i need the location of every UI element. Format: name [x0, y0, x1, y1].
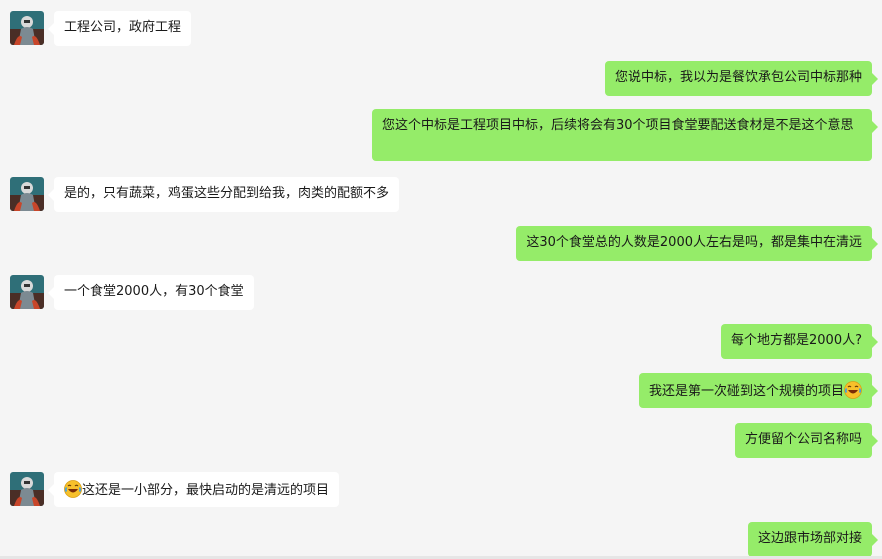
message-outgoing: 方便留个公司名称吗	[572, 423, 879, 458]
message-text: 方便留个公司名称吗	[744, 432, 862, 447]
avatar[interactable]	[10, 177, 44, 211]
message-bubble[interactable]: 方便留个公司名称吗	[734, 423, 879, 458]
message-incoming: 这还是一小部分，最快启动的是清远的项目	[10, 472, 410, 507]
message-incoming: 是的，只有蔬菜，鸡蛋这些分配到给我，肉类的配额不多	[10, 177, 510, 212]
message-text: 这边跟市场部对接	[757, 531, 862, 546]
message-bubble[interactable]: 您这个中标是工程项目中标，后续将会有30个项目食堂要配送食材是不是这个意思	[372, 109, 878, 161]
avatar[interactable]	[10, 472, 44, 506]
message-incoming: 工程公司，政府工程	[10, 11, 310, 47]
message-text: 这还是一小部分，最快启动的是清远的项目	[82, 483, 330, 498]
message-bubble[interactable]: 我还是第一次碰到这个规模的项目	[638, 373, 879, 408]
message-bubble[interactable]: 这30个食堂总的人数是2000人左右是吗，都是集中在清远	[516, 226, 878, 261]
message-bubble[interactable]: 这还是一小部分，最快启动的是清远的项目	[47, 472, 340, 507]
message-text: 一个食堂2000人，有30个食堂	[64, 284, 244, 299]
message-outgoing: 这边跟市场部对接	[572, 522, 879, 557]
message-incoming: 一个食堂2000人，有30个食堂	[10, 275, 310, 310]
message-text: 这30个食堂总的人数是2000人左右是吗，都是集中在清远	[526, 235, 862, 250]
message-outgoing: 这30个食堂总的人数是2000人左右是吗，都是集中在清远	[372, 226, 878, 261]
message-bubble[interactable]: 一个食堂2000人，有30个食堂	[48, 275, 254, 310]
avatar[interactable]	[10, 11, 44, 45]
message-text: 每个地方都是2000人?	[731, 333, 862, 348]
message-bubble[interactable]: 是的，只有蔬菜，鸡蛋这些分配到给我，肉类的配额不多	[47, 177, 400, 212]
message-bubble[interactable]: 这边跟市场部对接	[747, 522, 879, 557]
message-text: 您说中标，我以为是餐饮承包公司中标那种	[614, 70, 862, 85]
avatar[interactable]	[10, 275, 44, 309]
message-outgoing: 每个地方都是2000人?	[572, 324, 878, 359]
message-text: 您这个中标是工程项目中标，后续将会有30个项目食堂要配送食材是不是这个意思	[382, 118, 854, 133]
message-bubble[interactable]: 工程公司，政府工程	[47, 11, 192, 46]
message-outgoing: 您这个中标是工程项目中标，后续将会有30个项目食堂要配送食材是不是这个意思	[372, 109, 878, 161]
message-text: 是的，只有蔬菜，鸡蛋这些分配到给我，肉类的配额不多	[64, 186, 390, 201]
message-outgoing: 我还是第一次碰到这个规模的项目	[572, 373, 879, 408]
message-bubble[interactable]: 您说中标，我以为是餐饮承包公司中标那种	[604, 61, 879, 96]
message-outgoing: 您说中标，我以为是餐饮承包公司中标那种	[372, 61, 879, 96]
laugh-cry-emoji-icon	[844, 381, 862, 399]
chat-window: 工程公司，政府工程 您说中标，我以为是餐饮承包公司中标那种 您这个中标是工程项目…	[0, 0, 882, 559]
laugh-cry-emoji-icon	[64, 480, 82, 498]
message-bubble[interactable]: 每个地方都是2000人?	[721, 324, 878, 359]
message-text: 工程公司，政府工程	[64, 20, 182, 35]
message-text: 我还是第一次碰到这个规模的项目	[648, 384, 844, 399]
